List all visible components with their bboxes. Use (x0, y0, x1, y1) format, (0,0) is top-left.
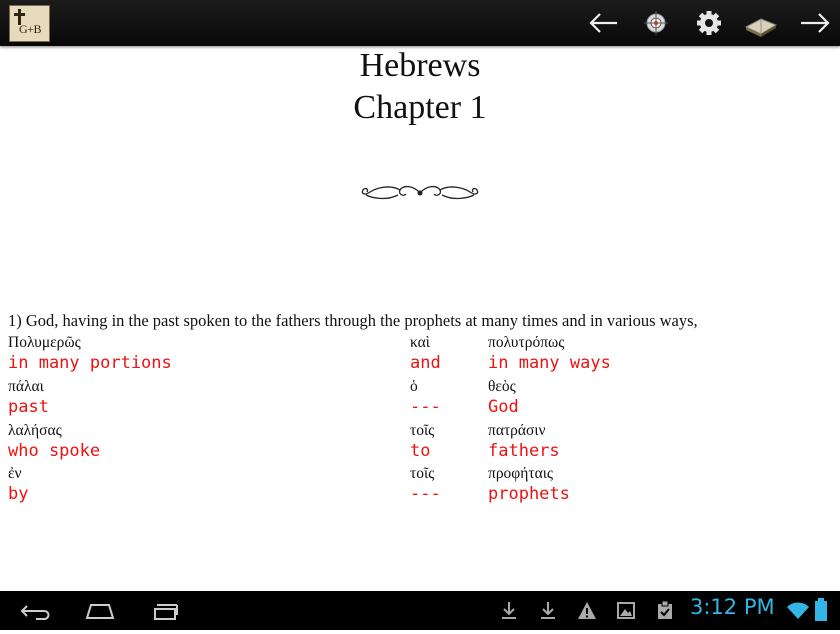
back-button[interactable] (586, 5, 622, 41)
english-gloss: prophets (488, 484, 570, 504)
english-gloss: who spoke (8, 441, 101, 461)
book-icon (744, 18, 778, 37)
english-gloss: in many portions (8, 353, 172, 373)
english-gloss: to (410, 441, 431, 461)
verse-text: 1) God, having in the past spoken to the… (8, 311, 698, 330)
greek-word: πάλαι (8, 378, 44, 395)
english-gloss: in many ways (488, 353, 611, 373)
forward-arrow-icon (801, 13, 830, 33)
english-gloss: and (410, 353, 441, 373)
english-gloss: past (8, 397, 49, 417)
gear-icon (697, 11, 721, 35)
greek-word: τοῖς (410, 422, 435, 439)
greek-word: τοῖς (410, 465, 435, 482)
warning-icon (578, 602, 596, 619)
nav-home-button[interactable] (80, 591, 120, 630)
nav-recents-icon (154, 604, 178, 620)
clipboard-check-icon (658, 600, 672, 619)
greek-word: θεὸς (488, 378, 516, 395)
greek-word: προφήταις (488, 465, 554, 482)
bible-button[interactable] (743, 5, 779, 41)
app-logo[interactable]: G+B (9, 5, 50, 42)
greek-word: πολυτρόπως (488, 334, 565, 351)
logo-text: G+B (19, 22, 41, 36)
english-gloss: --- (410, 484, 441, 504)
greek-word: ἐν (8, 465, 22, 482)
book-title: Hebrews (359, 47, 481, 84)
english-gloss: by (8, 484, 29, 504)
settings-button[interactable] (691, 5, 727, 41)
action-bar: G+B (0, 0, 840, 46)
ornament-divider (361, 185, 479, 200)
battery-icon (815, 598, 827, 621)
nav-home-icon (85, 604, 115, 619)
chapter-title: Chapter 1 (353, 89, 487, 126)
nav-back-icon (20, 605, 50, 620)
english-gloss: fathers (488, 441, 560, 461)
back-arrow-icon (589, 13, 617, 33)
greek-word: καὶ (410, 334, 430, 351)
compass-button[interactable] (638, 5, 674, 41)
wifi-icon (787, 602, 809, 619)
download-icon (502, 602, 516, 619)
status-clock: 3:12 PM (690, 595, 775, 619)
greek-word: λαλήσας (8, 422, 62, 439)
image-icon (617, 602, 635, 619)
english-gloss: --- (410, 397, 441, 417)
nav-recents-button[interactable] (145, 591, 185, 630)
greek-word: ὁ (410, 378, 418, 395)
greek-word: πατράσιν (488, 422, 546, 439)
forward-button[interactable] (797, 5, 833, 41)
nav-back-button[interactable] (14, 591, 54, 630)
compass-icon (644, 11, 668, 35)
english-gloss: God (488, 397, 519, 417)
download-icon (541, 602, 555, 619)
greek-word: Πολυμερῶς (8, 334, 81, 351)
